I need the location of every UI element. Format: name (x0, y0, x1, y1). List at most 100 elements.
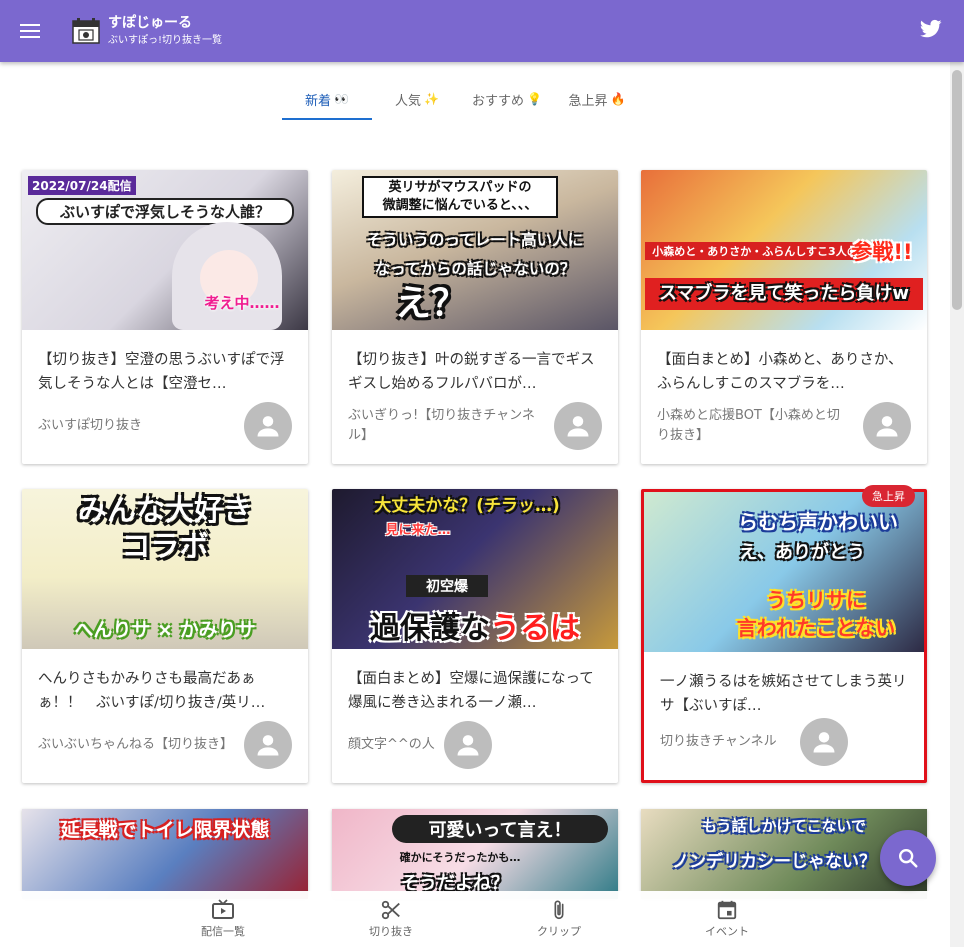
clip-thumbnail[interactable]: 2022/07/24配信 ぶいすぽで浮気しそうな人誰？ 考え中…… (22, 170, 308, 330)
sparkles-icon: ✨ (424, 92, 439, 106)
app-header: すぽじゅーる ぶいすぽっ!切り抜き一覧 (0, 0, 964, 62)
calendar-icon (717, 900, 737, 920)
tv-icon (212, 899, 234, 919)
thumb-text: え？ (394, 283, 467, 324)
scrollbar[interactable] (950, 62, 964, 947)
clip-title[interactable]: 一ノ瀬うるはを嫉妬させてしまう英リサ【ぶいすぽ… (644, 670, 924, 718)
clip-title[interactable]: 【切り抜き】空澄の思うぶいすぽで浮気しそうな人とは【空澄セ… (22, 348, 308, 396)
search-icon (899, 849, 918, 868)
thumb-text: うちリサに (766, 588, 866, 612)
tab-trending[interactable]: 急上昇 🔥 (552, 78, 642, 120)
thumb-text: 参戦!! (851, 240, 913, 264)
tab-label: 新着 (305, 93, 332, 109)
thumb-text: 2022/07/24配信 (28, 176, 136, 195)
thumb-text: 過保護な (370, 611, 490, 646)
avatar[interactable] (244, 721, 292, 769)
clip-title[interactable]: 【面白まとめ】小森めと、ありさか、ふらんしすこのスマブラを… (641, 348, 927, 396)
thumb-text-group: そういうのってレート高い人に なってからの話じゃないの？ (332, 226, 618, 284)
clip-thumbnail[interactable]: 延長戦でトイレ限界状態 (22, 809, 308, 899)
channel-name[interactable]: ぶいぎりっ!【切り抜きチャンネル】 (348, 406, 538, 446)
app-subtitle: ぶいすぽっ!切り抜き一覧 (108, 35, 223, 46)
clip-footer: 切り抜きチャンネル (660, 718, 908, 766)
thumb-text: 延長戦でトイレ限界状態 (60, 819, 270, 841)
thumb-text: なってからの話じゃないの？ (374, 260, 576, 278)
channel-name[interactable]: ぶいぶいちゃんねる【切り抜き】 (38, 735, 233, 755)
thumb-text: スマブラを見て笑ったら負けw (645, 278, 923, 310)
clip-thumbnail[interactable]: 可愛いって言え！ 確かにそうだったかも… そうだよね？ (332, 809, 618, 899)
fire-icon: 🔥 (610, 92, 626, 106)
twitter-button[interactable] (920, 19, 944, 43)
tab-label: 人気 (395, 93, 422, 109)
thumb-text: コラボ (121, 529, 209, 563)
thumb-text: みんな大好き (77, 493, 252, 527)
clip-card[interactable]: 英リサがマウスパッドの 微調整に悩んでいると、、、 そういうのってレート高い人に… (332, 170, 618, 464)
thumb-text: 初空爆 (406, 575, 488, 597)
hamburger-icon (20, 24, 40, 38)
thumb-text: 大丈夫かな？(チラッ…) (374, 496, 560, 516)
avatar[interactable] (444, 721, 492, 769)
thumb-text-group: うちリサに 言われたことない (718, 586, 914, 642)
clip-footer: 顔文字^^の人 (348, 721, 602, 769)
clip-footer: ぶいぎりっ!【切り抜きチャンネル】 (348, 402, 602, 450)
tab-bar: 新着 👀 人気 ✨ おすすめ 💡 急上昇 🔥 (282, 78, 642, 120)
tab-popular[interactable]: 人気 ✨ (372, 78, 462, 120)
thumb-text: 微調整に悩んでいると、、、 (382, 198, 538, 213)
avatar[interactable] (244, 402, 292, 450)
nav-events[interactable]: イベント (643, 891, 811, 947)
clip-thumbnail[interactable]: 英リサがマウスパッドの 微調整に悩んでいると、、、 そういうのってレート高い人に… (332, 170, 618, 330)
tab-label: 急上昇 (568, 93, 608, 109)
thumb-text: ぶいすぽで浮気しそうな人誰？ (36, 198, 294, 225)
thumb-text: うるは (490, 611, 580, 646)
thumb-text: らむち声かわいい (738, 510, 898, 534)
tab-new[interactable]: 新着 👀 (282, 78, 372, 120)
clip-title[interactable]: 【面白まとめ】空爆に過保護になって爆風に巻き込まれる一ノ瀬… (332, 667, 618, 715)
thumb-text: え、ありがとう (739, 542, 865, 563)
clip-footer: 小森めと応援BOT【小森めと切り抜き】 (657, 402, 911, 450)
tab-recommended[interactable]: おすすめ 💡 (462, 78, 552, 120)
trending-badge: 急上昇 (862, 485, 915, 507)
clip-thumbnail[interactable]: らむち声かわいい え、ありがとう うちリサに 言われたことない (644, 492, 924, 652)
clip-footer: ぶいすぽ切り抜き (38, 402, 292, 450)
scissors-icon (381, 900, 400, 920)
lightbulb-icon: 💡 (527, 92, 542, 106)
clip-thumbnail[interactable]: 大丈夫かな？(チラッ…) 見に来た… 初空爆 過保護な うるは (332, 489, 618, 649)
logo-icon[interactable] (72, 18, 100, 44)
clip-thumbnail[interactable]: 小森めと・ありさか・ふらんしすこ3人の 参戦!! スマブラを見て笑ったら負けw (641, 170, 927, 330)
clip-card[interactable]: 2022/07/24配信 ぶいすぽで浮気しそうな人誰？ 考え中…… 【切り抜き】… (22, 170, 308, 464)
nav-streams[interactable]: 配信一覧 (139, 891, 307, 947)
nav-label: イベント (705, 925, 749, 938)
person-icon (813, 732, 835, 753)
clip-card[interactable]: みんな大好き コラボ へんりサ × かみりサ へんりさもかみりさも最高だあぁぁ！… (22, 489, 308, 783)
paperclip-icon (554, 900, 564, 920)
menu-button[interactable] (0, 0, 60, 62)
clip-card-trending[interactable]: らむち声かわいい え、ありがとう うちリサに 言われたことない 急上昇 一ノ瀬う… (641, 485, 927, 783)
channel-name[interactable]: ぶいすぽ切り抜き (38, 416, 228, 436)
channel-name[interactable]: 顔文字^^の人 (348, 735, 435, 755)
avatar[interactable] (800, 718, 848, 766)
clip-card[interactable]: 小森めと・ありさか・ふらんしすこ3人の 参戦!! スマブラを見て笑ったら負けw … (641, 170, 927, 464)
thumb-text-group: 英リサがマウスパッドの 微調整に悩んでいると、、、 (362, 176, 558, 218)
person-icon (457, 735, 479, 756)
avatar[interactable] (554, 402, 602, 450)
person-icon (567, 416, 589, 437)
clip-footer: ぶいぶいちゃんねる【切り抜き】 (38, 721, 292, 769)
channel-name[interactable]: 切り抜きチャンネル (660, 732, 777, 752)
clip-thumbnail[interactable]: みんな大好き コラボ へんりサ × かみりサ (22, 489, 308, 649)
thumb-text: 確かにそうだったかも… (399, 851, 521, 864)
clip-title[interactable]: へんりさもかみりさも最高だあぁぁ！！ ぶいすぽ/切り抜き/英リ… (22, 667, 308, 715)
bottom-navigation: 配信一覧 切り抜き クリップ イベント (0, 891, 950, 947)
thumb-text: 見に来た… (385, 523, 451, 538)
search-button[interactable] (880, 830, 936, 886)
channel-name[interactable]: 小森めと応援BOT【小森めと切り抜き】 (657, 406, 847, 446)
nav-clips[interactable]: 切り抜き (307, 891, 475, 947)
app-title: すぽじゅーる (108, 15, 192, 31)
avatar[interactable] (863, 402, 911, 450)
header-titles: すぽじゅーる ぶいすぽっ!切り抜き一覧 (108, 14, 222, 48)
clip-card[interactable]: 大丈夫かな？(チラッ…) 見に来た… 初空爆 過保護な うるは 【面白まとめ】空爆… (332, 489, 618, 783)
clip-title[interactable]: 【切り抜き】叶の鋭すぎる一言でギスギスし始めるフルパバロが… (332, 348, 618, 396)
nav-clip-links[interactable]: クリップ (475, 891, 643, 947)
thumb-text: 小森めと・ありさか・ふらんしすこ3人の (645, 242, 865, 260)
thumb-text: 考え中…… (204, 294, 280, 312)
tab-label: おすすめ (472, 93, 525, 109)
scrollbar-thumb[interactable] (952, 70, 962, 310)
